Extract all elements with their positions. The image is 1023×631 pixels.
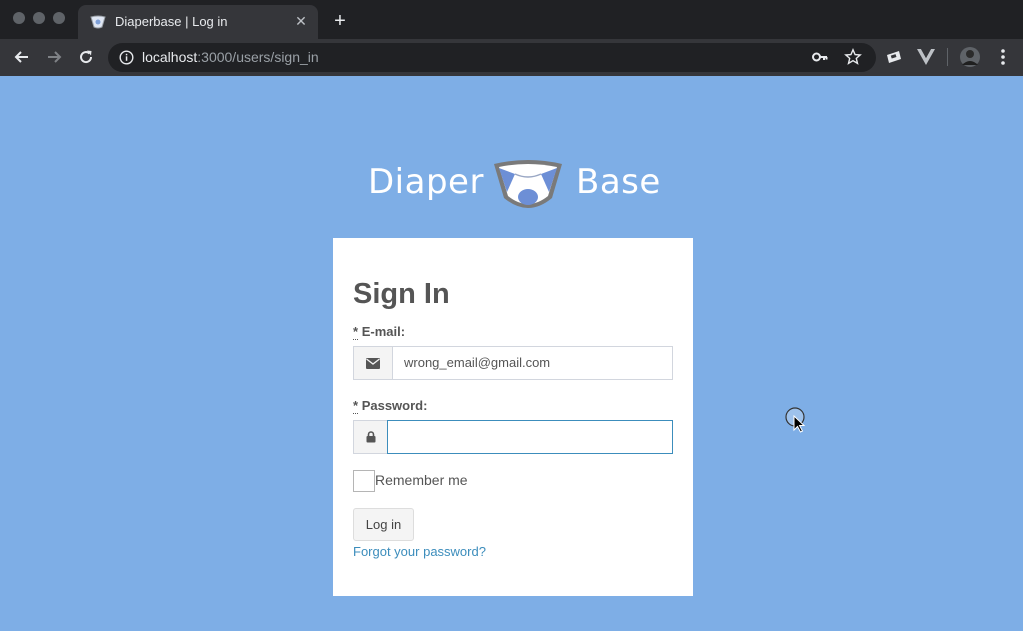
browser-menu-icon[interactable]: [992, 46, 1014, 68]
new-tab-icon[interactable]: +: [330, 11, 350, 31]
diaper-logo-icon: [494, 160, 562, 208]
mouse-cursor-icon: [785, 407, 806, 433]
remember-me-checkbox[interactable]: [353, 470, 375, 492]
url-path: :3000/users/sign_in: [197, 49, 319, 65]
required-marker: *: [353, 398, 359, 414]
url-text: localhost:3000/users/sign_in: [142, 49, 319, 65]
vue-devtools-icon[interactable]: [915, 46, 937, 68]
sign-in-card: Sign In * E-mail: wrong_email@gmail.com …: [333, 238, 693, 596]
password-input-group: [353, 420, 673, 454]
email-field[interactable]: wrong_email@gmail.com: [392, 346, 673, 380]
password-label: * Password:: [353, 398, 428, 414]
tab-strip: Diaperbase | Log in ✕ +: [0, 0, 1023, 39]
diaperbase-logo: Diaper Base: [368, 158, 661, 213]
window-zoom-dot[interactable]: [53, 12, 65, 24]
log-in-button[interactable]: Log in: [353, 508, 414, 541]
email-input-group: wrong_email@gmail.com: [353, 346, 673, 380]
browser-toolbar: localhost:3000/users/sign_in: [0, 39, 1023, 76]
forward-icon[interactable]: [43, 46, 65, 68]
key-icon[interactable]: [811, 48, 829, 71]
tab-title: Diaperbase | Log in: [115, 14, 228, 29]
email-label-text: E-mail:: [361, 324, 406, 339]
window-close-dot[interactable]: [13, 12, 25, 24]
browser-tab[interactable]: Diaperbase | Log in ✕: [78, 5, 318, 39]
url-host: localhost: [142, 49, 198, 65]
page-title: Sign In: [353, 278, 450, 310]
reload-icon[interactable]: [75, 46, 97, 68]
window-minimize-dot[interactable]: [33, 12, 45, 24]
password-field[interactable]: [387, 420, 673, 454]
envelope-icon: [353, 346, 393, 380]
profile-avatar[interactable]: [959, 46, 981, 68]
logo-word-left: Diaper: [368, 162, 484, 202]
required-marker: *: [353, 324, 359, 340]
bookmark-star-icon[interactable]: [844, 48, 862, 71]
extension-icon[interactable]: [883, 46, 905, 68]
logo-word-right: Base: [576, 162, 661, 202]
remember-me-label[interactable]: Remember me: [375, 472, 468, 488]
address-bar[interactable]: localhost:3000/users/sign_in: [108, 43, 876, 72]
lock-icon: [353, 420, 388, 454]
diaper-favicon-icon: [90, 15, 106, 29]
site-info-icon[interactable]: [119, 50, 134, 65]
page-body: Diaper Base Sign In * E-mail: wrong_emai…: [0, 76, 1023, 631]
email-label: * E-mail:: [353, 324, 406, 340]
tab-close-icon[interactable]: ✕: [292, 12, 310, 30]
back-icon[interactable]: [11, 46, 33, 68]
password-label-text: Password:: [361, 398, 428, 413]
forgot-password-link[interactable]: Forgot your password?: [353, 544, 486, 559]
toolbar-divider: [947, 48, 948, 66]
